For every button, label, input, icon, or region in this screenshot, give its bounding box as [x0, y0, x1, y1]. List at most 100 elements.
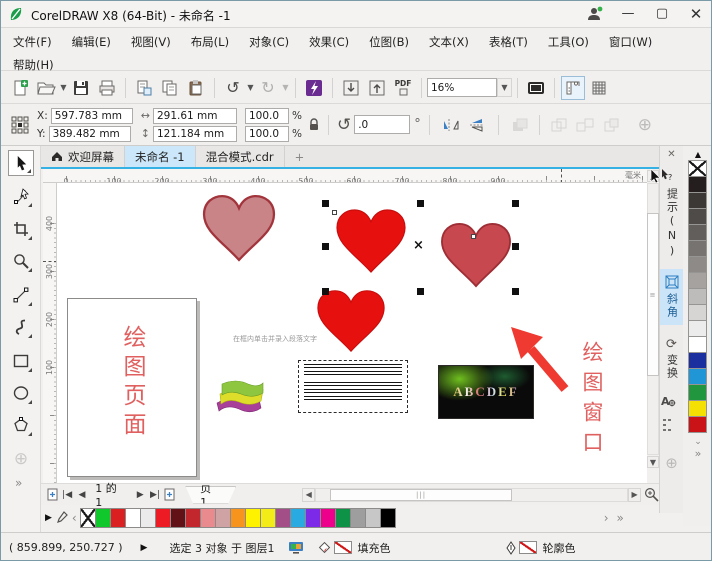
menu-item[interactable]: 表格(T): [479, 31, 538, 53]
horizontal-ruler[interactable]: 0 100 200 300 400 500 600 700 800 900 毫米: [43, 169, 647, 183]
paragraph-text-frame[interactable]: [298, 360, 408, 413]
new-tab-button[interactable]: +: [285, 146, 315, 167]
menu-item[interactable]: 文本(X): [419, 31, 479, 53]
palette-scroll-left-chevron[interactable]: ‹: [72, 511, 77, 525]
fullscreen-preview-icon[interactable]: [524, 76, 548, 100]
polygon-tool[interactable]: [8, 412, 34, 438]
tab-untitled-document[interactable]: 未命名 -1: [125, 146, 196, 167]
docker-tab-bevel-active[interactable]: 斜角: [660, 269, 683, 325]
color-swatch[interactable]: [688, 272, 707, 289]
menu-item[interactable]: 视图(V): [121, 31, 181, 53]
scale-x-input[interactable]: 100.0: [244, 107, 289, 124]
zoom-level-input[interactable]: 16%: [427, 78, 497, 97]
color-swatch[interactable]: [304, 508, 321, 528]
color-swatch[interactable]: [688, 288, 707, 305]
drawing-canvas[interactable]: 绘图页面 × 在框内单击并录入段落文字 ABCDEF 绘图窗口: [57, 183, 647, 483]
color-swatch[interactable]: [154, 508, 171, 528]
search-content-icon[interactable]: [302, 76, 326, 100]
color-swatch[interactable]: [94, 508, 111, 528]
color-swatch[interactable]: [229, 508, 246, 528]
vertical-ruler[interactable]: 400 300 200 100: [43, 183, 57, 483]
copy-icon[interactable]: [158, 76, 182, 100]
lock-ratio-icon[interactable]: [308, 117, 320, 132]
palette-scroll-down-chevron[interactable]: ⌄: [683, 433, 711, 447]
color-swatch[interactable]: [214, 508, 231, 528]
color-swatch[interactable]: [688, 304, 707, 321]
menu-item[interactable]: 位图(B): [359, 31, 419, 53]
toolbox-overflow-chevron[interactable]: »: [15, 476, 22, 490]
zoom-fit-icon[interactable]: [644, 487, 659, 502]
color-swatch[interactable]: [184, 508, 201, 528]
color-swatch[interactable]: [688, 176, 707, 193]
menu-item[interactable]: 对象(C): [239, 31, 299, 53]
curve-node[interactable]: [471, 234, 476, 239]
menu-item[interactable]: 窗口(W): [599, 31, 662, 53]
height-input[interactable]: 121.184 mm: [152, 125, 237, 142]
close-button[interactable]: ✕: [681, 4, 711, 24]
publish-pdf-icon[interactable]: PDF: [391, 76, 415, 100]
color-swatch[interactable]: [688, 320, 707, 337]
color-swatch[interactable]: [688, 384, 707, 401]
outline-color-swatch[interactable]: [519, 541, 538, 554]
combine-icon[interactable]: [599, 113, 623, 137]
ungroup-icon[interactable]: [573, 113, 597, 137]
color-swatch[interactable]: [688, 336, 707, 353]
selection-handle[interactable]: [322, 243, 329, 250]
color-swatch[interactable]: [688, 224, 707, 241]
heart-shape-dark-selected[interactable]: [439, 219, 513, 291]
menu-item[interactable]: 布局(L): [181, 31, 239, 53]
color-swatch[interactable]: [688, 400, 707, 417]
add-docker-button[interactable]: ⊕: [660, 454, 683, 472]
redo-dropdown-caret[interactable]: ▼: [281, 83, 290, 92]
scale-y-input[interactable]: 100.0: [244, 125, 289, 142]
selection-handle[interactable]: [512, 288, 519, 295]
status-expand-arrow[interactable]: ▶: [141, 543, 148, 553]
palette-overflow-chevron[interactable]: »: [617, 511, 624, 525]
ribbon-object[interactable]: [213, 377, 265, 415]
color-swatch[interactable]: [109, 508, 126, 528]
object-styles-icon[interactable]: [660, 418, 683, 432]
to-front-icon[interactable]: [508, 113, 532, 137]
color-swatch[interactable]: [244, 508, 261, 528]
group-icon[interactable]: [547, 113, 571, 137]
maximize-button[interactable]: ▢: [647, 4, 677, 24]
x-position-input[interactable]: 597.783 mm: [50, 107, 133, 124]
selection-handle[interactable]: [512, 200, 519, 207]
color-swatch[interactable]: [688, 368, 707, 385]
y-position-input[interactable]: 389.482 mm: [48, 125, 131, 142]
add-page-before-icon[interactable]: [45, 487, 60, 502]
color-swatch[interactable]: [274, 508, 291, 528]
color-swatch[interactable]: [688, 352, 707, 369]
color-swatch[interactable]: [688, 208, 707, 225]
first-page-button[interactable]: |◀: [60, 487, 75, 502]
palette-scroll-right-chevron[interactable]: ›: [604, 511, 609, 525]
color-swatch[interactable]: [379, 508, 396, 528]
palette-scroll-up-arrow[interactable]: ▲: [683, 146, 711, 161]
docker-tab-transform[interactable]: ⟳ 变换: [660, 337, 683, 380]
mirror-horizontal-icon[interactable]: [439, 113, 463, 137]
page-tab[interactable]: 页 1: [185, 486, 236, 504]
last-page-button[interactable]: ▶|: [148, 487, 163, 502]
account-icon[interactable]: [586, 5, 604, 23]
ellipse-tool[interactable]: [8, 380, 34, 406]
palette-eyedropper-icon[interactable]: [56, 511, 68, 525]
palette-overflow-chevron[interactable]: »: [683, 447, 711, 460]
hscroll-left-button[interactable]: ◀: [302, 487, 316, 502]
color-proof-icon[interactable]: [288, 541, 304, 554]
color-swatch[interactable]: [688, 192, 707, 209]
color-swatch[interactable]: [289, 508, 306, 528]
shape-tool[interactable]: [8, 183, 34, 209]
vscroll-thumb[interactable]: ≡: [647, 213, 659, 376]
import-icon[interactable]: [339, 76, 363, 100]
crop-tool[interactable]: [8, 216, 34, 242]
rectangle-tool[interactable]: [8, 348, 34, 374]
selection-center-marker[interactable]: ×: [413, 238, 424, 253]
tab-blend-mode-document[interactable]: 混合模式.cdr: [196, 146, 285, 167]
save-icon[interactable]: [69, 76, 93, 100]
color-swatch[interactable]: [169, 508, 186, 528]
text-properties-icon[interactable]: A: [660, 394, 683, 408]
add-tool-button[interactable]: ⊕: [8, 446, 34, 472]
new-document-icon[interactable]: [8, 76, 32, 100]
color-swatch[interactable]: [334, 508, 351, 528]
show-grid-icon[interactable]: [587, 76, 611, 100]
